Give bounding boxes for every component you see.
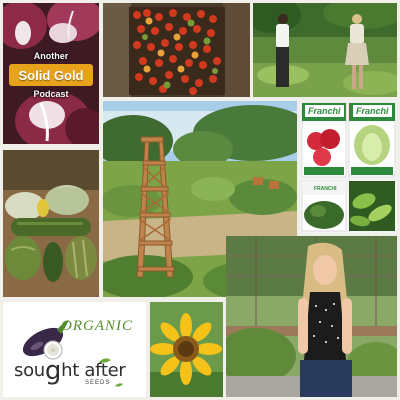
logo-word-start: sou bbox=[14, 360, 45, 381]
sunflower-image bbox=[150, 302, 223, 397]
gardeners-photo bbox=[253, 3, 397, 97]
logo-word-end: ht after bbox=[61, 360, 126, 381]
squash-image bbox=[3, 150, 99, 297]
gardener-woman-image bbox=[226, 236, 397, 397]
seed-packets-image bbox=[300, 101, 397, 233]
podcast-line-podcast: Podcast bbox=[33, 89, 69, 99]
seed-packets-photo: Franchi Franchi FRANCHI bbox=[300, 101, 397, 233]
tomatoes-image bbox=[103, 3, 250, 97]
gardeners-image bbox=[253, 3, 397, 97]
packet-brand-radish: Franchi bbox=[305, 105, 344, 117]
packet-brand-herbs: FRANCHI bbox=[314, 186, 337, 192]
logo-seeds-text: SEEDS bbox=[85, 380, 111, 386]
sunflower-photo bbox=[150, 302, 223, 397]
podcast-title: Solid Gold bbox=[18, 67, 84, 83]
podcast-line-another: Another bbox=[33, 51, 69, 61]
sought-after-seeds-logo: ORGANIC sought after SEEDS bbox=[3, 302, 146, 397]
radicchio-photo: Another Solid Gold Podcast bbox=[3, 3, 99, 144]
logo-word-g: g bbox=[44, 356, 62, 386]
logo-organic-text: ORGANIC bbox=[61, 318, 133, 334]
packet-brand-greens: Franchi bbox=[353, 105, 392, 117]
squash-photo bbox=[3, 150, 99, 297]
podcast-title-badge: Solid Gold bbox=[9, 64, 93, 86]
tomatoes-photo bbox=[103, 3, 250, 97]
gardener-woman-photo bbox=[226, 236, 397, 397]
